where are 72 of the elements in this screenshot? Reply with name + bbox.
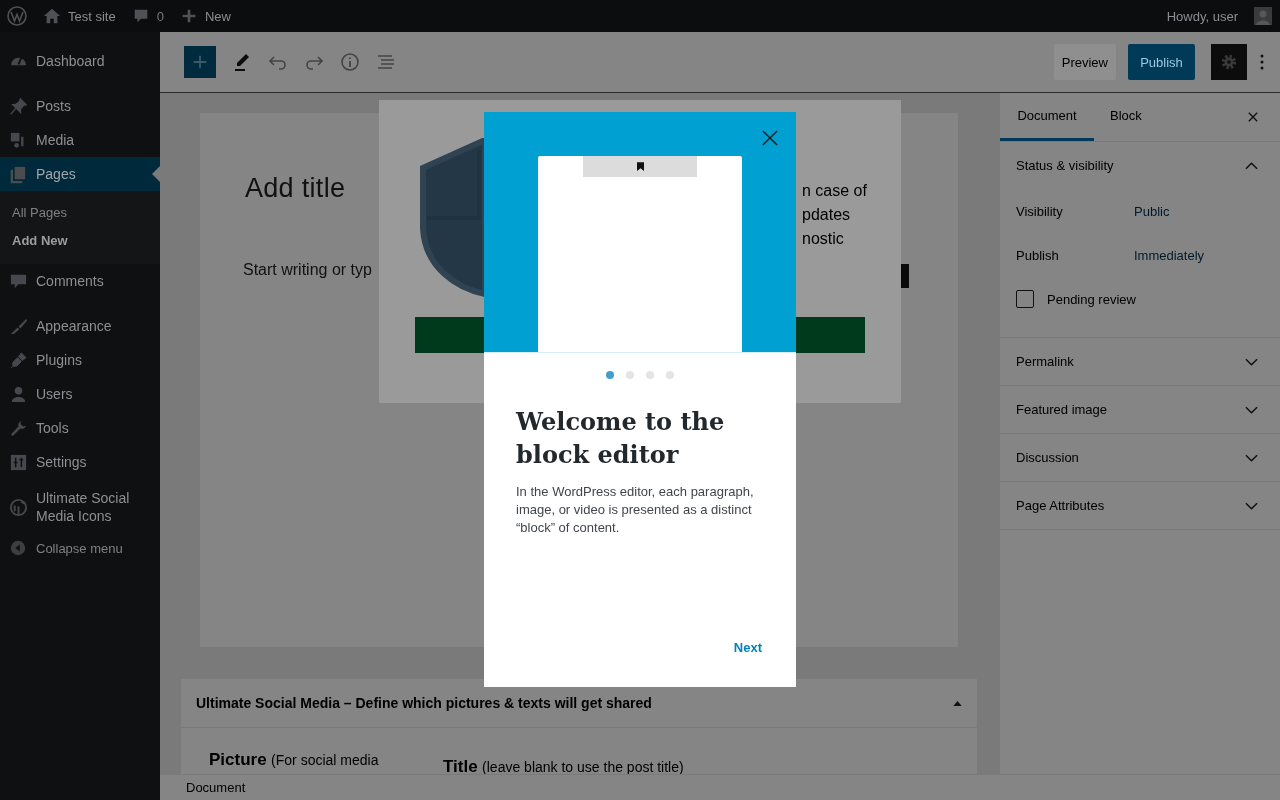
info-icon[interactable] [340,52,360,72]
page-indicator-dot[interactable] [666,371,674,379]
list-icon[interactable] [376,52,396,72]
dialog-heading: Welcome to the block editor [516,406,726,471]
menu-item[interactable]: Pages [0,157,160,191]
panel-section-header[interactable]: Status & visibility [1000,142,1280,189]
menu-item[interactable]: Settings [0,445,160,479]
checkbox-label[interactable]: Pending review [1047,291,1136,307]
field-value-link[interactable]: Public [1134,203,1170,219]
page-indicator-dot[interactable] [606,371,614,379]
field-hint: (leave blank to use the post title) [482,759,684,775]
plus-icon [191,53,209,71]
field-label: Title [443,757,478,776]
wordpress-logo-icon[interactable] [7,6,27,26]
wrench-icon [9,418,28,438]
shield-icon [417,138,487,298]
site-link[interactable]: Test site [68,8,116,24]
menu-item[interactable]: Users [0,377,160,411]
popup-text: nostic [802,229,845,249]
menu-item[interactable]: Ultimate Social Media Icons [0,490,160,524]
home-icon[interactable] [43,7,61,25]
submenu-item[interactable]: All Pages [0,199,160,227]
publish-button[interactable]: Publish [1128,44,1195,80]
panel-section-header[interactable]: Permalink [1000,338,1280,385]
greeting-link[interactable]: Howdy, user [1166,8,1238,24]
page-indicator-dot[interactable] [626,371,634,379]
settings-button[interactable] [1211,44,1247,80]
menu-item[interactable]: Posts [0,89,160,123]
popup-button-edge [901,264,909,288]
breadcrumb[interactable]: Document [186,780,246,795]
panel-tab[interactable]: Block [1094,93,1158,141]
dialog-text: In the WordPress editor, each paragraph, image, or video is presented as a distinct “block” of content. [516,483,755,537]
new-link[interactable]: New [204,8,231,24]
popup-text: pdates [802,205,852,225]
menu-item[interactable]: Comments [0,264,160,298]
menu-item[interactable]: Tools [0,411,160,445]
menu-item[interactable]: Dashboard [0,44,160,78]
gear-icon [1220,53,1238,71]
close-icon[interactable] [1248,112,1258,122]
close-icon[interactable] [762,130,778,146]
collapse-menu-link[interactable]: Collapse menu [36,540,123,556]
collapse-triangle-icon[interactable] [953,700,962,706]
panel-section-header[interactable]: Page Attributes [1000,482,1280,529]
avatar-icon[interactable] [1254,7,1272,25]
page-indicator-dot[interactable] [646,371,654,379]
panel-section-header[interactable]: Discussion [1000,434,1280,481]
person-icon [9,384,28,404]
field-value-link[interactable]: Immediately [1134,247,1205,263]
bookmark-icon [636,162,644,171]
pin-icon [9,96,28,116]
menu-item[interactable]: Media [0,123,160,157]
next-button[interactable]: Next [725,636,770,659]
panel-tab[interactable]: Document [1000,93,1094,141]
brush-icon [9,316,28,336]
add-block-button[interactable] [184,46,216,78]
preview-button[interactable]: Preview [1053,44,1116,80]
checkbox[interactable] [1016,290,1034,308]
menu-item[interactable]: Appearance [0,309,160,343]
more-options-icon[interactable] [1259,52,1265,72]
pages-icon [9,164,28,184]
field-label: Picture [209,750,267,769]
submenu-item[interactable]: Add New [0,227,160,255]
menu-item[interactable]: Plugins [0,343,160,377]
field-label: Publish [1016,247,1060,263]
field-hint: (For social media [271,752,379,768]
sliders-icon [9,452,28,472]
popup-text: n case of [802,181,867,201]
meta-box-title[interactable]: Ultimate Social Media – Define which pictures & texts will get shared [196,695,953,711]
comment-count[interactable]: 0 [156,8,164,24]
pencil-icon[interactable] [232,52,252,72]
field-label: Visibility [1016,203,1064,219]
panel-section-header[interactable]: Featured image [1000,386,1280,433]
